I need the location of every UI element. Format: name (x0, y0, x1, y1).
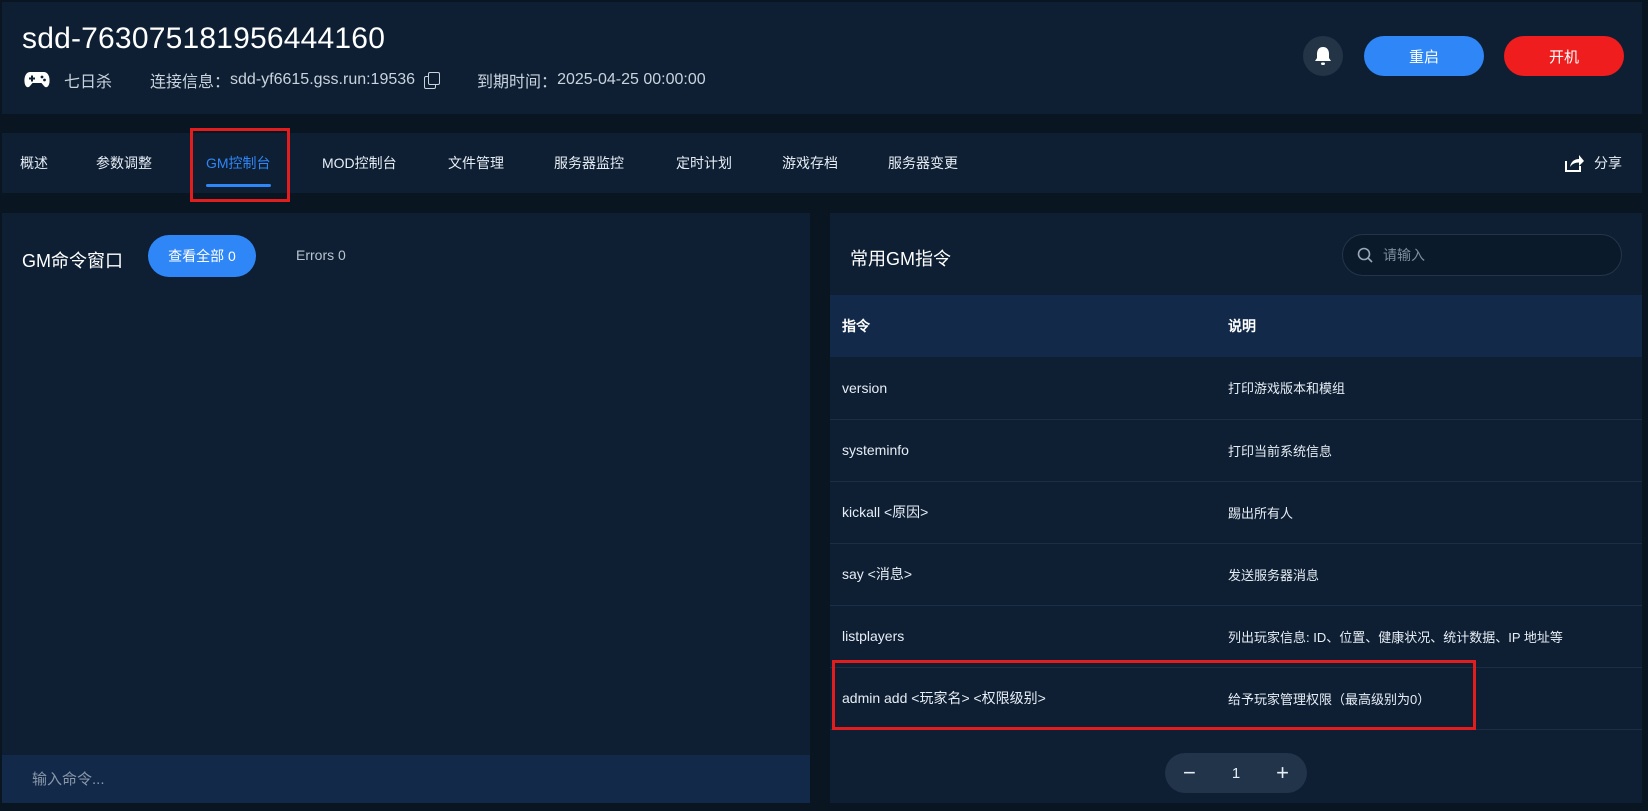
description-cell: 踢出所有人 (1216, 481, 1642, 544)
command-cell: kickall <原因> (830, 481, 1216, 544)
server-header: sdd-763075181956444160 七日杀 连接信息： sdd-yf6… (2, 2, 1642, 114)
tab-mod-console[interactable]: MOD控制台 (322, 133, 397, 193)
connection-label: 连接信息： (150, 74, 231, 91)
page-decrement-button[interactable]: − (1183, 762, 1196, 784)
description-cell: 给予玩家管理权限（最高级别为0） (1216, 667, 1642, 730)
tab-gm-console[interactable]: GM控制台 (206, 133, 271, 193)
command-input[interactable] (2, 755, 810, 803)
commands-panel-title: 常用GM指令 (850, 249, 951, 269)
power-on-button[interactable]: 开机 (1504, 36, 1624, 76)
pagination: − 1 + (1165, 753, 1307, 793)
tab-game-saves[interactable]: 游戏存档 (782, 133, 838, 193)
copy-icon[interactable] (423, 72, 441, 89)
command-search-box[interactable] (1342, 234, 1622, 276)
table-row[interactable]: say <消息> 发送服务器消息 (830, 543, 1642, 606)
commands-table: 指令 说明 version 打印游戏版本和模组 systeminfo 打印当前系… (830, 295, 1642, 730)
table-row[interactable]: listplayers 列出玩家信息: ID、位置、健康状况、统计数据、IP 地… (830, 605, 1642, 668)
common-commands-panel: 常用GM指令 指令 说明 version 打印游戏版本和模组 systeminf… (830, 213, 1642, 803)
share-label: 分享 (1594, 155, 1622, 171)
current-page: 1 (1231, 764, 1241, 782)
description-cell: 列出玩家信息: ID、位置、健康状况、统计数据、IP 地址等 (1216, 605, 1642, 668)
share-icon (1565, 155, 1584, 172)
gm-command-panel: GM命令窗口 查看全部 0 Errors 0 (2, 213, 810, 803)
command-cell: listplayers (830, 605, 1216, 668)
table-row[interactable]: systeminfo 打印当前系统信息 (830, 419, 1642, 482)
tab-server-monitor[interactable]: 服务器监控 (554, 133, 624, 193)
server-meta-row: 七日杀 连接信息： sdd-yf6615.gss.run:19536 到期时间：… (24, 68, 706, 92)
table-row[interactable]: version 打印游戏版本和模组 (830, 357, 1642, 420)
gamepad-icon (24, 72, 50, 88)
page-increment-button[interactable]: + (1276, 762, 1289, 784)
command-cell: say <消息> (830, 543, 1216, 606)
description-cell: 打印游戏版本和模组 (1216, 357, 1642, 420)
table-header-row: 指令 说明 (830, 295, 1642, 357)
connection-address: sdd-yf6615.gss.run:19536 (230, 71, 416, 88)
tab-bar: 概述 参数调整 GM控制台 MOD控制台 文件管理 服务器监控 定时计划 游戏存… (2, 133, 1642, 193)
tab-overview[interactable]: 概述 (20, 133, 48, 193)
command-search-input[interactable] (1383, 247, 1603, 263)
notification-button[interactable] (1303, 36, 1343, 76)
tab-file-manager[interactable]: 文件管理 (448, 133, 504, 193)
view-all-button[interactable]: 查看全部 0 (148, 235, 256, 277)
description-cell: 发送服务器消息 (1216, 543, 1642, 606)
column-header-description: 说明 (1216, 295, 1642, 357)
tab-schedule[interactable]: 定时计划 (676, 133, 732, 193)
column-header-command: 指令 (830, 295, 1216, 357)
description-cell: 打印当前系统信息 (1216, 419, 1642, 482)
game-name: 七日杀 (64, 74, 113, 91)
expiry-time: 2025-04-25 00:00:00 (557, 71, 706, 88)
table-row[interactable]: admin add <玩家名> <权限级别> 给予玩家管理权限（最高级别为0） (830, 667, 1642, 730)
server-id-title: sdd-763075181956444160 (22, 22, 386, 55)
command-cell: systeminfo (830, 419, 1216, 482)
bell-icon (1315, 47, 1331, 65)
tab-server-change[interactable]: 服务器变更 (888, 133, 958, 193)
command-cell: version (830, 357, 1216, 420)
search-icon (1357, 247, 1373, 263)
tab-params[interactable]: 参数调整 (96, 133, 152, 193)
table-row[interactable]: kickall <原因> 踢出所有人 (830, 481, 1642, 544)
restart-button[interactable]: 重启 (1364, 36, 1484, 76)
expiry-label: 到期时间： (477, 74, 558, 91)
gm-panel-title: GM命令窗口 (22, 251, 123, 271)
command-cell: admin add <玩家名> <权限级别> (830, 667, 1216, 730)
share-button[interactable]: 分享 (1564, 133, 1622, 193)
errors-filter[interactable]: Errors 0 (296, 247, 346, 263)
